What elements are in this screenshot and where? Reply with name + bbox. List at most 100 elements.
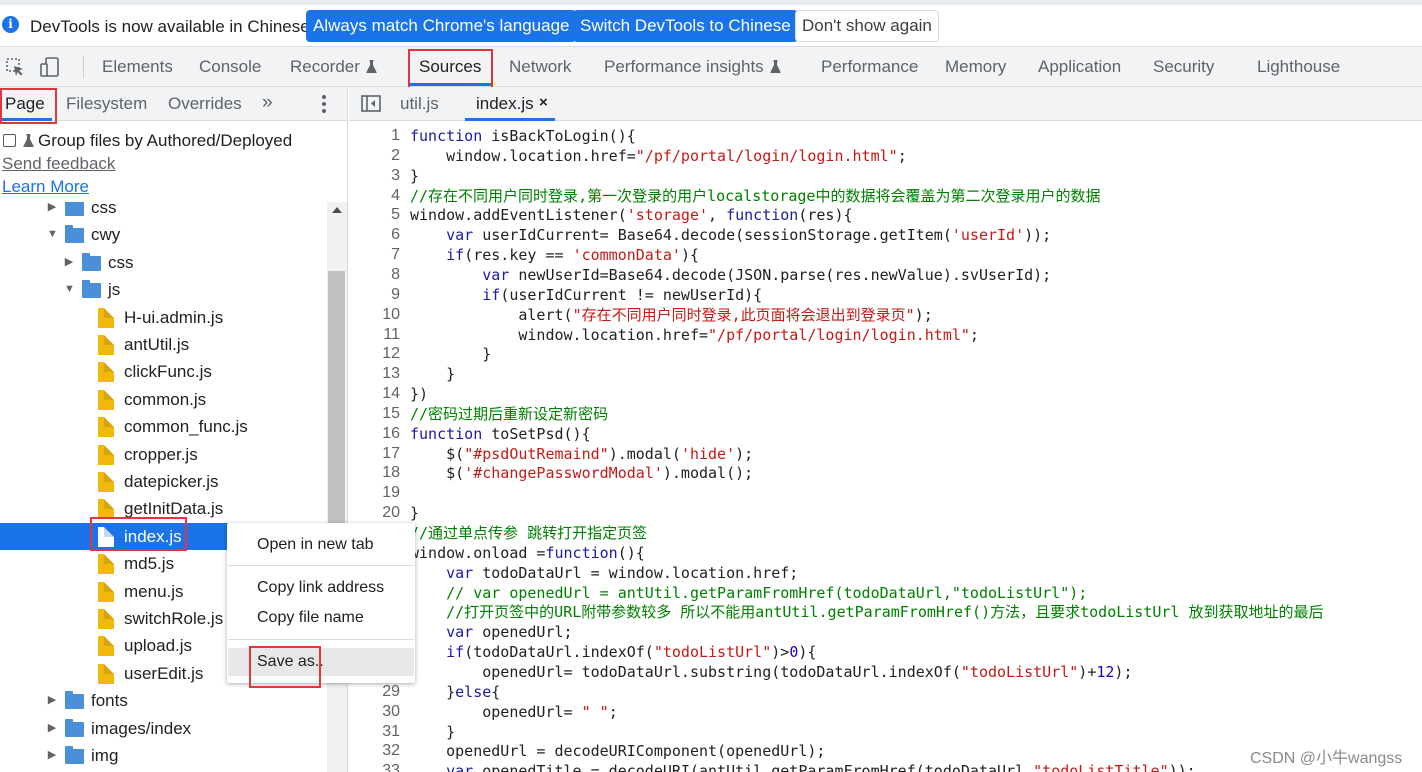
device-toolbar-icon[interactable] (39, 56, 61, 78)
code-line[interactable]: //通过单点传参 跳转打开指定页签 (349, 523, 1422, 543)
code-line[interactable]: 19 (349, 483, 1422, 503)
scroll-up-arrow-icon[interactable] (332, 207, 342, 213)
code-line[interactable]: window.onload =function(){ (349, 543, 1422, 563)
code-line[interactable]: 2 window.location.href="/pf/portal/login… (349, 146, 1422, 166)
switch-to-chinese-button[interactable]: Switch DevTools to Chinese (573, 10, 798, 42)
code-line[interactable]: 5 window.addEventListener('storage', func… (349, 205, 1422, 225)
tab-application[interactable]: Application (1038, 47, 1121, 86)
code-line[interactable]: if(todoDataUrl.indexOf("todoListUrl")>0)… (349, 642, 1422, 662)
code-line[interactable]: openedUrl= todoDataUrl.substring(todoDat… (349, 662, 1422, 682)
code-editor[interactable]: 1 function isBackToLogin(){2 window.locat… (349, 121, 1422, 772)
code-line[interactable]: 4 //存在不同用户同时登录,第一次登录的用户localstorage中的数据将会… (349, 186, 1422, 206)
code-line[interactable]: 14}) (349, 384, 1422, 404)
menu-item-copy-link-address[interactable]: Copy link address (228, 574, 414, 602)
editor-tab-index-js[interactable]: index.js (476, 87, 534, 120)
line-number[interactable]: 2 (349, 146, 400, 166)
nav-tab-overrides[interactable]: Overrides (168, 87, 242, 120)
inspect-element-icon[interactable] (4, 56, 26, 78)
line-number[interactable]: 8 (349, 265, 400, 285)
menu-item-open-in-new-tab[interactable]: Open in new tab (228, 531, 414, 559)
line-number[interactable]: 13 (349, 364, 400, 384)
tree-file[interactable]: common.js (0, 386, 327, 413)
collapsed-arrow-icon[interactable]: ▶ (47, 687, 57, 714)
tree-file[interactable]: getInitData.js (0, 495, 327, 522)
line-number[interactable]: 4 (349, 186, 400, 206)
line-number[interactable]: 5 (349, 205, 400, 225)
line-number[interactable]: 15 (349, 404, 400, 424)
code-line[interactable]: 1 function isBackToLogin(){ (349, 126, 1422, 146)
tree-file[interactable]: datepicker.js (0, 468, 327, 495)
tree-folder[interactable]: ▶ img (0, 742, 327, 769)
line-number[interactable]: 11 (349, 325, 400, 345)
collapsed-arrow-icon[interactable]: ▶ (64, 249, 74, 276)
line-number[interactable]: 18 (349, 463, 400, 483)
tab-security[interactable]: Security (1153, 47, 1214, 86)
tree-folder[interactable]: ▶ fonts (0, 687, 327, 714)
line-number[interactable]: 6 (349, 225, 400, 245)
tree-file[interactable]: clickFunc.js (0, 358, 327, 385)
line-number[interactable]: 3 (349, 166, 400, 186)
tab-performance-insights[interactable]: Performance insights (604, 47, 781, 86)
collapsed-arrow-icon[interactable]: ▶ (47, 742, 57, 769)
more-options-kebab-icon[interactable] (321, 94, 327, 114)
tab-lighthouse[interactable]: Lighthouse (1257, 47, 1340, 86)
code-line[interactable]: 10 alert("存在不同用户同时登录,此页面将会退出到登录页"); (349, 305, 1422, 325)
collapsed-arrow-icon[interactable]: ▶ (47, 202, 57, 221)
line-number[interactable]: 29 (349, 682, 400, 702)
line-number[interactable]: 19 (349, 483, 400, 503)
line-number[interactable]: 30 (349, 702, 400, 722)
collapsed-arrow-icon[interactable]: ▶ (47, 715, 57, 742)
tree-folder[interactable]: ▼ js (0, 276, 327, 303)
tab-console[interactable]: Console (199, 47, 261, 86)
code-line[interactable]: 3} (349, 166, 1422, 186)
tab-elements[interactable]: Elements (102, 47, 173, 86)
code-line[interactable]: 11 window.location.href="/pf/portal/logi… (349, 325, 1422, 345)
line-number[interactable]: 7 (349, 245, 400, 265)
tree-file[interactable]: common_func.js (0, 413, 327, 440)
always-match-language-button[interactable]: Always match Chrome's language (306, 10, 577, 42)
menu-item-save-as[interactable]: Save as.. (228, 648, 414, 676)
code-line[interactable]: 16 function toSetPsd(){ (349, 424, 1422, 444)
line-number[interactable]: 17 (349, 444, 400, 464)
tree-file[interactable]: antUtil.js (0, 331, 327, 358)
code-line[interactable]: 12 } (349, 344, 1422, 364)
editor-tab-util-js[interactable]: util.js (400, 87, 439, 120)
line-number[interactable]: 33 (349, 761, 400, 772)
code-line[interactable]: 31 } (349, 722, 1422, 742)
code-line[interactable]: 13 } (349, 364, 1422, 384)
code-line[interactable]: // var openedUrl = antUtil.getParamFromH… (349, 583, 1422, 603)
menu-item-copy-file-name[interactable]: Copy file name (228, 604, 414, 632)
line-number[interactable]: 20 (349, 503, 400, 523)
tab-recorder[interactable]: Recorder (290, 47, 377, 86)
tree-file[interactable]: H-ui.admin.js (0, 304, 327, 331)
tree-folder[interactable]: ▶ images/index (0, 715, 327, 742)
code-line[interactable]: 20} (349, 503, 1422, 523)
nav-tab-filesystem[interactable]: Filesystem (66, 87, 147, 120)
code-line[interactable]: 8 var newUserId=Base64.decode(JSON.parse… (349, 265, 1422, 285)
code-line[interactable]: 7 if(res.key == 'commonData'){ (349, 245, 1422, 265)
line-number[interactable]: 9 (349, 285, 400, 305)
more-tabs-chevron-icon[interactable]: » (262, 87, 273, 120)
code-line[interactable]: var openedUrl; (349, 622, 1422, 642)
code-line[interactable]: //打开页签中的URL附带参数较多 所以不能用antUtil.getParamF… (349, 602, 1422, 622)
file-tree-scrollbar[interactable] (327, 202, 347, 772)
line-number[interactable]: 16 (349, 424, 400, 444)
toggle-navigator-icon[interactable] (361, 95, 381, 112)
code-line[interactable]: var todoDataUrl = window.location.href; (349, 563, 1422, 583)
code-line[interactable]: 18 $('#changePasswordModal').modal(); (349, 463, 1422, 483)
group-files-option[interactable]: Group files by Authored/Deployed (3, 131, 292, 153)
line-number[interactable]: 31 (349, 722, 400, 742)
code-line[interactable]: 17 $("#psdOutRemaind").modal('hide'); (349, 444, 1422, 464)
tab-performance[interactable]: Performance (821, 47, 918, 86)
line-number[interactable]: 10 (349, 305, 400, 325)
scrollbar-thumb[interactable] (328, 271, 345, 523)
expanded-arrow-icon[interactable]: ▼ (47, 221, 58, 248)
expanded-arrow-icon[interactable]: ▼ (64, 276, 75, 303)
line-number[interactable]: 32 (349, 741, 400, 761)
tab-network[interactable]: Network (509, 47, 571, 86)
tree-folder[interactable]: ▼ cwy (0, 221, 327, 248)
send-feedback-link[interactable]: Send feedback (2, 154, 115, 174)
code-line[interactable]: 9 if(userIdCurrent != newUserId){ (349, 285, 1422, 305)
learn-more-link[interactable]: Learn More (2, 177, 89, 197)
group-files-checkbox[interactable] (3, 134, 16, 147)
